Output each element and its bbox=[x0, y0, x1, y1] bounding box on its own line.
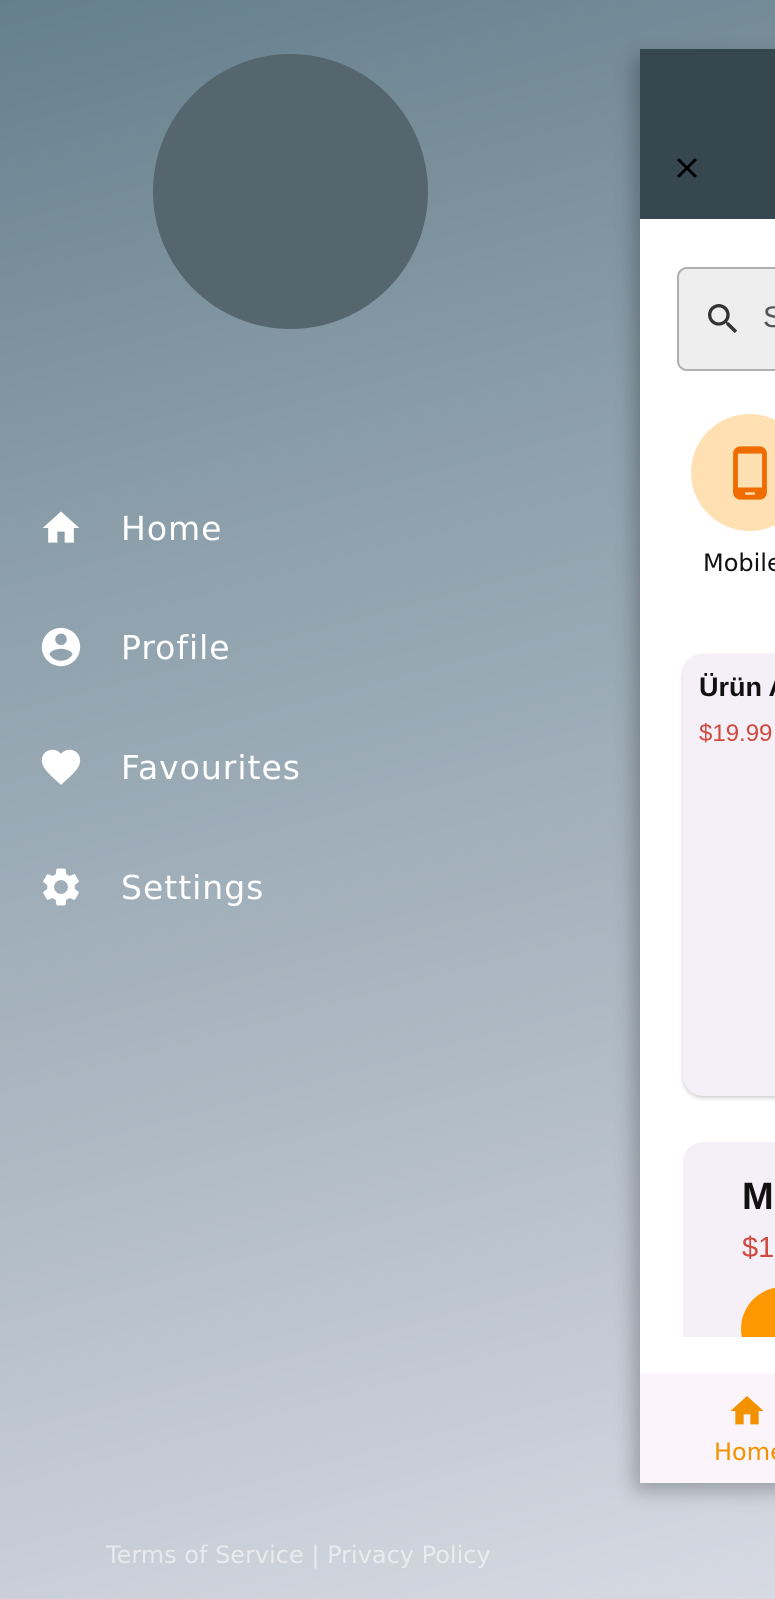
smartphone-icon bbox=[733, 446, 767, 500]
product-title: M bbox=[742, 1176, 774, 1218]
nav-home-label: Home bbox=[714, 1438, 775, 1466]
nav-home[interactable]: Home bbox=[714, 1391, 775, 1471]
home-icon bbox=[38, 505, 84, 551]
product-card[interactable]: Ürün A $19.99 bbox=[683, 654, 775, 1096]
product-price: $1 bbox=[742, 1232, 775, 1264]
heart-icon bbox=[38, 744, 84, 790]
screen: Home Profile Favourites Settings Terms o… bbox=[0, 0, 775, 1599]
menu-item-label: Home bbox=[121, 508, 223, 548]
search-icon bbox=[708, 304, 738, 334]
menu-item-label: Settings bbox=[121, 867, 265, 907]
terms-link[interactable]: Terms of Service bbox=[106, 1541, 304, 1569]
search-placeholder: S bbox=[763, 301, 775, 334]
category-label: Mobile bbox=[703, 549, 775, 577]
gear-icon bbox=[38, 864, 84, 910]
app-bar bbox=[640, 49, 775, 219]
bottom-nav: Home bbox=[640, 1373, 775, 1483]
product-card[interactable]: M $1 bbox=[683, 1142, 775, 1337]
footer-links: Terms of Service | Privacy Policy bbox=[106, 1541, 491, 1569]
product-price: $19.99 bbox=[699, 720, 773, 747]
menu-item-settings[interactable]: Settings bbox=[38, 857, 264, 917]
footer-separator: | bbox=[303, 1541, 328, 1569]
close-button[interactable] bbox=[670, 151, 704, 185]
account-circle-icon bbox=[38, 624, 84, 670]
home-icon bbox=[730, 1396, 764, 1425]
menu-item-label: Profile bbox=[121, 627, 231, 667]
app-preview[interactable]: S Mobile Ürün A $19.99 M $1 Home bbox=[640, 49, 775, 1483]
menu-item-favourites[interactable]: Favourites bbox=[38, 737, 301, 797]
menu-item-label: Favourites bbox=[121, 747, 301, 787]
add-to-cart-button[interactable] bbox=[741, 1287, 775, 1337]
search-input[interactable]: S bbox=[677, 267, 775, 371]
category-mobile[interactable] bbox=[691, 414, 775, 531]
avatar[interactable] bbox=[153, 54, 428, 329]
privacy-link[interactable]: Privacy Policy bbox=[327, 1541, 491, 1569]
product-title: Ürün A bbox=[699, 672, 775, 702]
close-icon bbox=[677, 158, 697, 178]
menu-item-home[interactable]: Home bbox=[38, 498, 222, 558]
menu-item-profile[interactable]: Profile bbox=[38, 617, 231, 677]
